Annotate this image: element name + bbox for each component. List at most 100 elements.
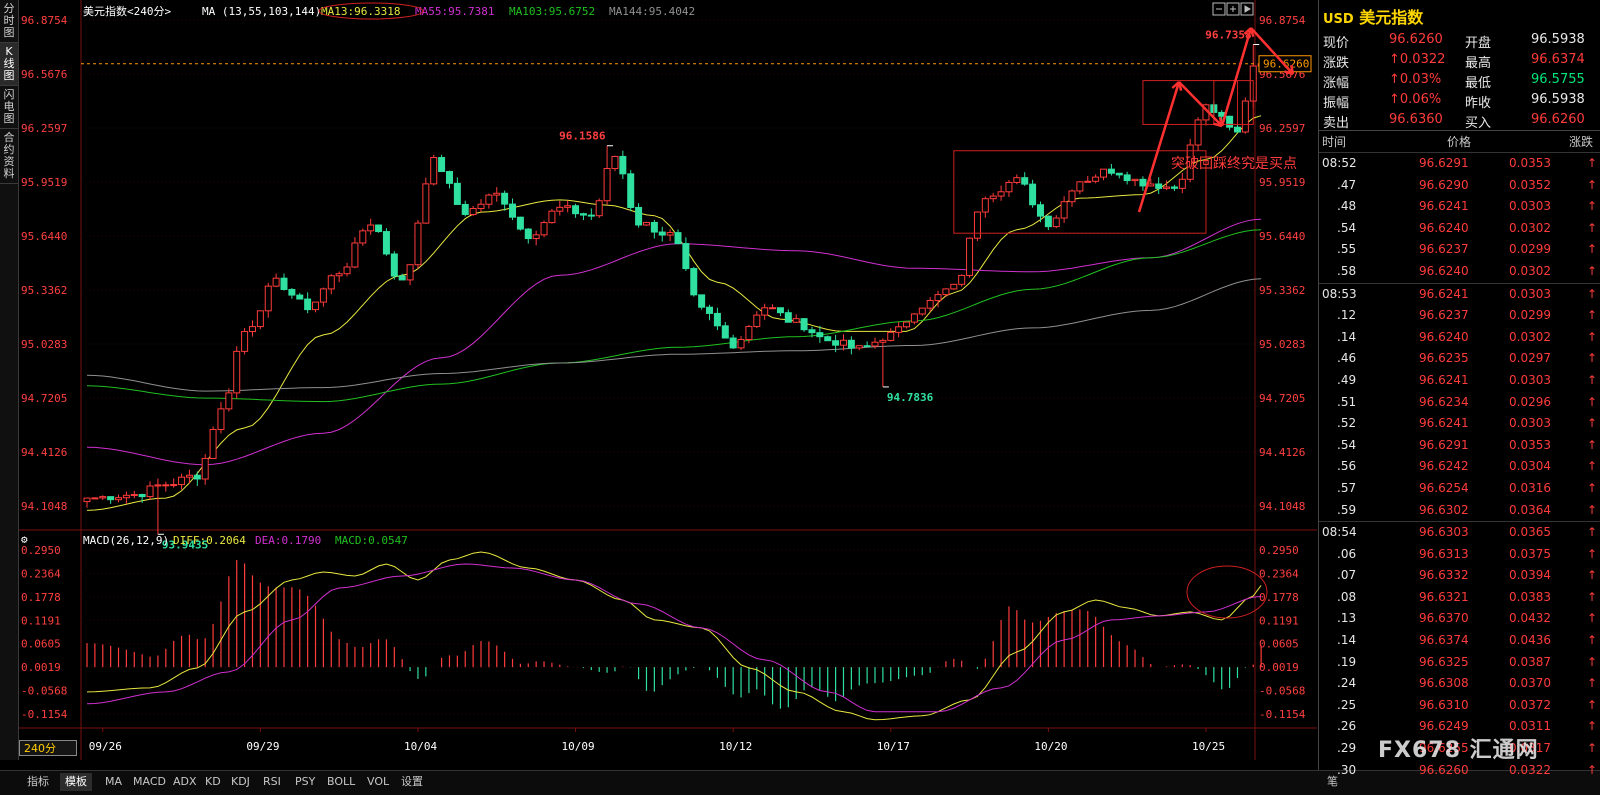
tick-row[interactable]: .25 96.6310 0.0372 ↑: [1319, 695, 1600, 717]
candle-down[interactable]: [824, 336, 832, 342]
candle-up[interactable]: [642, 221, 650, 226]
candle-up[interactable]: [327, 275, 335, 290]
candle-down[interactable]: [729, 337, 737, 349]
candle-down[interactable]: [501, 192, 509, 205]
candle-up[interactable]: [430, 157, 438, 185]
candle-down[interactable]: [1155, 183, 1163, 189]
candle-down[interactable]: [524, 228, 532, 240]
candle-up[interactable]: [1178, 178, 1186, 189]
candle-down[interactable]: [438, 157, 446, 173]
candle-down[interactable]: [635, 206, 643, 226]
tick-row[interactable]: .13 96.6370 0.0432 ↑: [1319, 608, 1600, 630]
tab-macd[interactable]: MACD: [128, 773, 171, 791]
candle-up[interactable]: [973, 211, 981, 239]
candle-up[interactable]: [1092, 176, 1100, 182]
candle-down[interactable]: [1115, 172, 1123, 176]
candle-down[interactable]: [713, 312, 721, 327]
candle-down[interactable]: [1036, 204, 1044, 217]
candle-up[interactable]: [839, 339, 847, 346]
tick-row[interactable]: .12 96.6237 0.0299 ↑: [1319, 305, 1600, 327]
candle-down[interactable]: [375, 224, 383, 233]
candle-up[interactable]: [248, 326, 256, 333]
candle-down[interactable]: [509, 203, 517, 218]
candle-up[interactable]: [926, 300, 934, 309]
candle-up[interactable]: [264, 285, 272, 312]
candle-down[interactable]: [1233, 126, 1241, 133]
candle-up[interactable]: [469, 208, 477, 215]
tick-row[interactable]: 08:53 96.6241 0.0303 ↑: [1319, 282, 1600, 306]
candle-up[interactable]: [855, 345, 863, 349]
candle-down[interactable]: [627, 173, 635, 208]
candle-down[interactable]: [682, 243, 690, 270]
candle-up[interactable]: [753, 314, 761, 328]
tab-adx[interactable]: ADX: [168, 773, 202, 791]
candle-up[interactable]: [343, 266, 351, 275]
candle-down[interactable]: [1107, 168, 1115, 174]
candle-up[interactable]: [83, 497, 91, 503]
candle-up[interactable]: [122, 494, 130, 499]
tick-row[interactable]: .48 96.6241 0.0303 ↑: [1319, 196, 1600, 218]
candle-up[interactable]: [414, 222, 422, 266]
candle-up[interactable]: [603, 168, 611, 202]
candle-up[interactable]: [367, 224, 375, 232]
candle-up[interactable]: [769, 307, 777, 310]
candle-up[interactable]: [359, 230, 367, 244]
candle-down[interactable]: [1029, 183, 1037, 206]
candle-down[interactable]: [808, 329, 816, 334]
candle-up[interactable]: [745, 326, 753, 340]
candle-up[interactable]: [233, 350, 241, 394]
tick-row[interactable]: .55 96.6237 0.0299 ↑: [1319, 239, 1600, 261]
candle-down[interactable]: [572, 205, 580, 215]
candle-up[interactable]: [950, 283, 958, 290]
candle-up[interactable]: [217, 408, 225, 431]
candle-up[interactable]: [903, 321, 911, 328]
tick-row[interactable]: .56 96.6242 0.0304 ↑: [1319, 456, 1600, 478]
candle-up[interactable]: [493, 192, 501, 196]
tick-row[interactable]: .07 96.6332 0.0394 ↑: [1319, 565, 1600, 587]
tab-vol[interactable]: VOL: [362, 773, 394, 791]
tick-row[interactable]: .49 96.6241 0.0303 ↑: [1319, 370, 1600, 392]
candle-down[interactable]: [863, 345, 871, 348]
tick-row[interactable]: 08:54 96.6303 0.0365 ↑: [1319, 521, 1600, 544]
tick-row[interactable]: .46 96.6235 0.0297 ↑: [1319, 348, 1600, 370]
candle-up[interactable]: [918, 307, 926, 315]
candle-down[interactable]: [674, 232, 682, 245]
candle-up[interactable]: [115, 497, 123, 501]
tick-row[interactable]: .14 96.6240 0.0302 ↑: [1319, 327, 1600, 349]
candle-up[interactable]: [162, 484, 170, 487]
candle-up[interactable]: [887, 331, 895, 341]
candle-up[interactable]: [611, 155, 619, 170]
tab-psy[interactable]: PSY: [290, 773, 320, 791]
candle-up[interactable]: [1076, 181, 1084, 192]
candle-down[interactable]: [1170, 186, 1178, 189]
candle-down[interactable]: [587, 214, 595, 217]
tick-row[interactable]: .24 96.6308 0.0370 ↑: [1319, 673, 1600, 695]
candle-up[interactable]: [225, 392, 233, 410]
candle-up[interactable]: [272, 277, 280, 287]
candle-up[interactable]: [1052, 217, 1060, 228]
candle-up[interactable]: [895, 326, 903, 333]
candle-down[interactable]: [453, 182, 461, 205]
candle-down[interactable]: [1044, 215, 1052, 228]
candle-up[interactable]: [934, 294, 942, 302]
candle-up[interactable]: [91, 497, 99, 500]
candle-up[interactable]: [154, 484, 162, 487]
candle-down[interactable]: [288, 288, 296, 296]
candle-down[interactable]: [619, 155, 627, 175]
candle-down[interactable]: [461, 203, 469, 215]
candle-up[interactable]: [1084, 180, 1092, 183]
candle-up[interactable]: [146, 485, 154, 498]
period-selector[interactable]: 240分: [19, 740, 77, 756]
candle-up[interactable]: [1131, 178, 1139, 182]
candle-down[interactable]: [832, 340, 840, 346]
candle-up[interactable]: [1194, 119, 1202, 146]
candle-up[interactable]: [1100, 168, 1108, 178]
candle-down[interactable]: [296, 294, 304, 300]
candle-up[interactable]: [910, 313, 918, 323]
candle-down[interactable]: [280, 277, 288, 290]
candle-up[interactable]: [761, 307, 769, 316]
candle-down[interactable]: [193, 474, 201, 480]
candle-down[interactable]: [382, 231, 390, 255]
candle-down[interactable]: [690, 268, 698, 296]
candle-up[interactable]: [1060, 201, 1068, 219]
